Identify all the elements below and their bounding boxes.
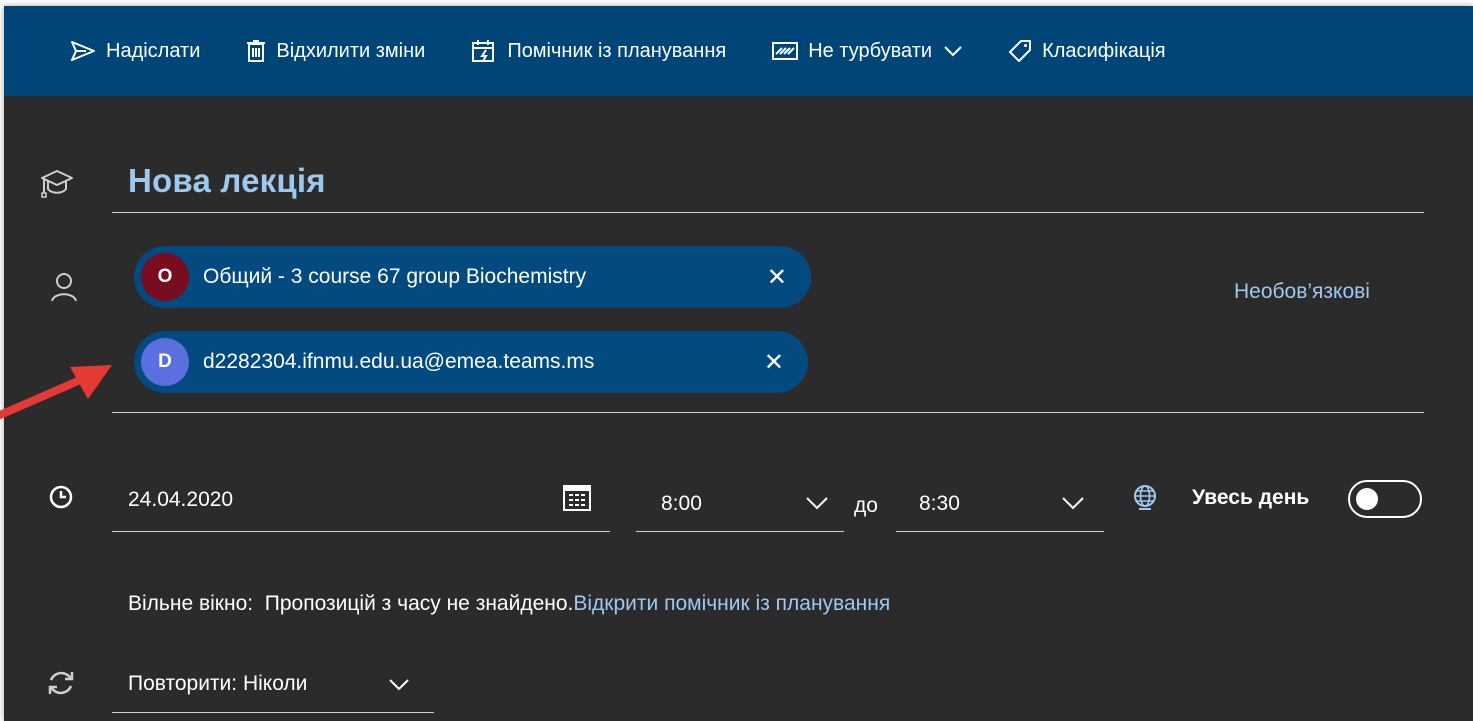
free-slot-label: Вільне вікно: [128, 592, 254, 615]
attendee-chip[interactable]: D d2282304.ifnmu.edu.ua@emea.teams.ms ✕ [134, 331, 808, 393]
calendar-icon[interactable] [562, 482, 592, 512]
scheduling-assistant-button[interactable]: Помічник із планування [471, 39, 726, 63]
trash-icon [247, 40, 266, 62]
avatar: O [141, 253, 189, 301]
person-icon [51, 273, 77, 302]
discard-label: Відхилити зміни [276, 39, 426, 62]
repeat-underline [112, 712, 434, 713]
scheduling-assistant-label: Помічник із планування [507, 39, 727, 62]
chevron-down-icon[interactable] [1062, 496, 1084, 510]
show-as-dropdown[interactable]: Не турбувати [772, 40, 962, 63]
start-time-select[interactable]: 8:00 [661, 492, 702, 516]
all-day-toggle[interactable] [1348, 480, 1422, 518]
calendar-event-form: Надіслати Відхилити зміни Помічник із пл… [4, 6, 1473, 721]
toggle-knob [1356, 488, 1378, 510]
send-label: Надіслати [106, 39, 201, 62]
chevron-down-icon[interactable] [806, 496, 828, 510]
end-time-select[interactable]: 8:30 [919, 492, 960, 516]
event-title-input[interactable]: Нова лекція [128, 162, 326, 200]
avatar-initial: O [157, 266, 173, 287]
title-underline [112, 212, 1424, 213]
attendee-name: Общий - 3 course 67 group Biochemistry [203, 265, 587, 288]
optional-attendees-link[interactable]: Необов’язкові [1234, 280, 1370, 304]
repeat-select[interactable]: Повторити: Ніколи [128, 672, 307, 696]
remove-attendee-icon[interactable]: ✕ [767, 263, 787, 292]
start-date-input[interactable]: 24.04.2020 [128, 488, 233, 512]
attendee-chip[interactable]: O Общий - 3 course 67 group Biochemistry… [134, 246, 811, 308]
show-as-label: Не турбувати [808, 39, 933, 62]
tag-icon [1009, 40, 1032, 62]
chevron-down-icon[interactable] [389, 678, 409, 691]
calendar-lightning-icon [472, 40, 495, 62]
clock-icon [49, 485, 73, 509]
attendees-underline [112, 412, 1424, 413]
command-bar: Надіслати Відхилити зміни Помічник із пл… [4, 6, 1473, 96]
graduation-cap-icon [41, 170, 73, 198]
categorize-button[interactable]: Класифікація [1008, 39, 1166, 63]
send-icon [71, 41, 95, 61]
attendee-name: d2282304.ifnmu.edu.ua@emea.teams.ms [203, 350, 595, 373]
to-label: до [854, 494, 878, 517]
annotation-arrow-icon [0, 365, 112, 419]
send-button[interactable]: Надіслати [70, 40, 200, 63]
all-day-label: Увесь день [1192, 486, 1310, 509]
end-time-underline [896, 531, 1104, 532]
remove-attendee-icon[interactable]: ✕ [764, 348, 784, 377]
avatar-initial: D [158, 351, 172, 372]
start-time-underline [636, 531, 844, 532]
free-slot-message: Пропозицій з часу не знайдено. [264, 592, 574, 615]
open-scheduling-assistant-link[interactable]: Відкрити помічник із планування [573, 592, 890, 615]
globe-timezone-icon[interactable] [1130, 482, 1160, 512]
date-underline [112, 531, 610, 532]
free-slot-row: Вільне вікно: Пропозицій з часу не знайд… [128, 592, 890, 616]
repeat-icon [48, 671, 74, 695]
categorize-label: Класифікація [1042, 39, 1166, 62]
discard-button[interactable]: Відхилити зміни [246, 39, 425, 63]
busy-status-icon [772, 42, 799, 60]
avatar: D [141, 338, 189, 386]
chevron-down-icon [944, 46, 962, 57]
